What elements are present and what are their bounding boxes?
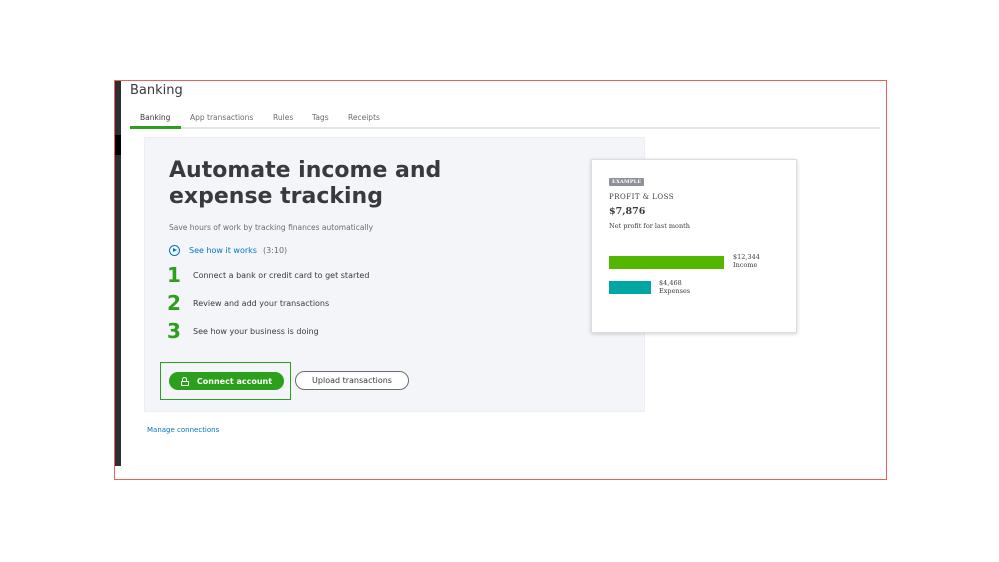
- video-duration: (3:10): [262, 246, 288, 255]
- active-tab-indicator: [130, 126, 181, 129]
- step-number: 1: [167, 263, 181, 287]
- page-title: Banking: [130, 83, 183, 98]
- step-number: 3: [167, 319, 181, 343]
- step-number: 2: [167, 291, 181, 315]
- upload-transactions-button[interactable]: Upload transactions: [295, 371, 409, 390]
- hero-subtitle: Save hours of work by tracking finances …: [169, 223, 374, 232]
- tab-rules[interactable]: Rules: [273, 113, 293, 122]
- step-text: See how your business is doing: [193, 326, 319, 336]
- step-text: Review and add your transactions: [193, 298, 330, 308]
- lock-icon: [180, 376, 189, 386]
- manage-connections-link[interactable]: Manage connections: [147, 426, 219, 434]
- tab-tags[interactable]: Tags: [312, 113, 329, 122]
- tab-receipts[interactable]: Receipts: [348, 113, 380, 122]
- income-value: $12,344: [733, 253, 760, 261]
- expenses-label: Expenses: [659, 287, 691, 295]
- connect-account-label: Connect account: [196, 376, 273, 386]
- hero-title-line2: expense tracking: [169, 184, 383, 209]
- tab-bar: Banking App transactions Rules Tags Rece…: [130, 110, 880, 129]
- income-label: Income: [733, 261, 758, 269]
- net-profit-caption: Net profit for last month: [609, 222, 690, 230]
- step-item: 3 See how your business is doing: [167, 321, 319, 341]
- play-circle-icon: [169, 245, 180, 256]
- profit-loss-example-card: EXAMPLE PROFIT & LOSS $7,876 Net profit …: [591, 159, 797, 333]
- connect-account-button[interactable]: Connect account: [169, 372, 284, 390]
- left-nav-active-marker: [115, 135, 121, 155]
- tab-app-transactions[interactable]: App transactions: [190, 113, 253, 122]
- see-how-it-works-link[interactable]: See how it works (3:10): [169, 245, 287, 256]
- step-item: 1 Connect a bank or credit card to get s…: [167, 265, 369, 285]
- expenses-legend: $4,468 Expenses: [659, 279, 690, 295]
- hero-title: Automate income and expense tracking: [169, 158, 499, 210]
- hero-title-line1: Automate income and: [169, 158, 442, 183]
- net-profit-amount: $7,876: [609, 206, 646, 217]
- step-item: 2 Review and add your transactions: [167, 293, 329, 313]
- expenses-value: $4,468: [659, 279, 682, 287]
- example-badge: EXAMPLE: [609, 178, 645, 186]
- video-link-label: See how it works: [189, 246, 257, 255]
- tab-banking[interactable]: Banking: [140, 113, 170, 122]
- expenses-bar: [609, 281, 651, 294]
- income-legend: $12,344 Income: [733, 253, 760, 269]
- step-text: Connect a bank or credit card to get sta…: [193, 270, 370, 280]
- pl-title: PROFIT & LOSS: [609, 193, 675, 201]
- income-bar: [609, 256, 724, 269]
